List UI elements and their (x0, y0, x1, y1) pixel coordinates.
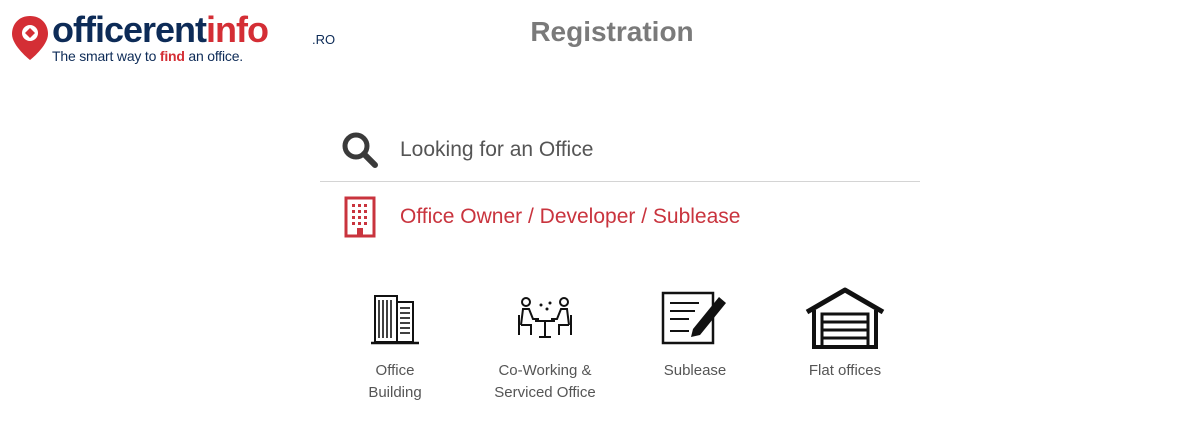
option-label-owner: Office Owner / Developer / Sublease (400, 205, 741, 228)
tile-sublease[interactable]: Sublease (630, 282, 760, 382)
tile-label-flat-offices: Flat offices (780, 360, 910, 382)
building-icon (320, 196, 400, 238)
map-pin-icon (12, 16, 48, 60)
tile-label-line: Sublease (663, 362, 727, 379)
tile-label-line: Flat offices (808, 362, 882, 379)
tile-coworking[interactable]: Co-Working & Serviced Office (480, 282, 610, 404)
coworking-icon (480, 282, 610, 354)
logo-wordmark: officerentinfo (52, 8, 269, 52)
tile-label-sublease: Sublease (630, 360, 760, 382)
tagline-start: The smart way to (52, 48, 160, 64)
option-office-owner[interactable]: Office Owner / Developer / Sublease (320, 190, 920, 244)
tile-label-line: Building (368, 384, 422, 401)
tile-label-office-building: Office Building (330, 360, 460, 404)
property-type-tiles: Office Building Co-Working & Serviced Of… (320, 282, 920, 412)
tile-label-line: Co-Working & (498, 362, 592, 379)
logo-domain-suffix: .RO (312, 32, 336, 47)
logo-tagline: The smart way to find an office. (52, 48, 243, 64)
tile-flat-offices[interactable]: Flat offices (780, 282, 910, 382)
search-icon (320, 130, 400, 170)
tagline-find: find (159, 48, 185, 64)
site-logo[interactable]: officerentinfo .RO The smart way to find… (8, 8, 348, 70)
option-looking-for-office[interactable]: Looking for an Office (320, 118, 920, 182)
garage-icon (780, 282, 910, 354)
tile-label-coworking: Co-Working & Serviced Office (480, 360, 610, 404)
contract-icon (630, 282, 760, 354)
logo-word-accent: info (206, 9, 269, 50)
office-building-icon (330, 282, 460, 354)
page-title: Registration (530, 16, 694, 47)
tile-label-line: Serviced Office (494, 384, 596, 401)
option-label-looking: Looking for an Office (400, 137, 594, 161)
tagline-end: an office. (184, 48, 243, 64)
tile-label-line: Office (375, 362, 415, 379)
tile-office-building[interactable]: Office Building (330, 282, 460, 404)
logo-word-main: officerent (52, 9, 207, 50)
